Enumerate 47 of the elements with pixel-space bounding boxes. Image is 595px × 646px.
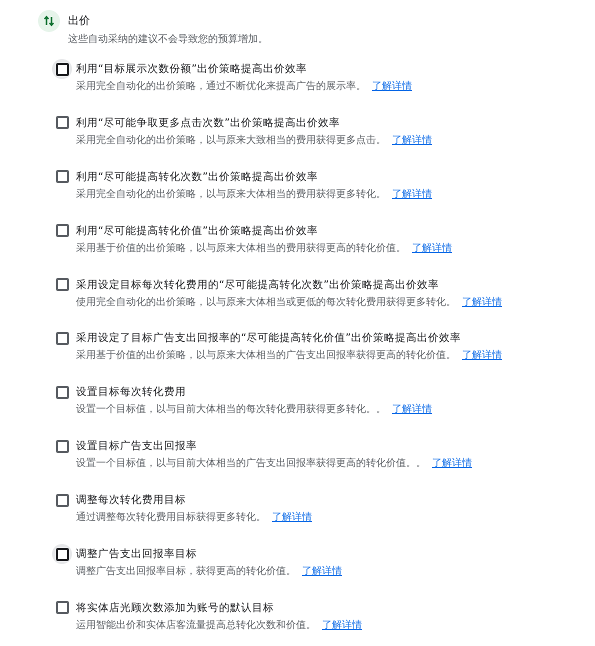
item-description: 运用智能出价和实体店客流量提高总转化次数和价值。 [76,620,316,631]
checkbox[interactable] [56,332,68,345]
item-description: 设置一个目标值，以与目前大体相当的广告支出回报率获得更高的转化价值。。 [76,458,426,470]
item-title: 调整每次转化费用目标 [76,493,187,508]
checkbox[interactable] [56,494,68,507]
item-description: 采用基于价值的出价策略，以与原来大体相当的广告支出回报率获得更高的转化价值。 [76,350,456,362]
checkbox[interactable] [56,386,68,399]
item-description: 调整广告支出回报率目标，获得更高的转化价值。 [76,566,296,578]
item-title: 利用“目标展示次数份额”出价策略提高出价效率 [76,62,308,76]
item-description: 采用完全自动化的出价策略，以与原来大体相当的费用获得更多转化。 [76,188,386,200]
section-title: 出价 [68,14,90,29]
item-title: 设置目标广告支出回报率 [76,439,198,454]
item-description: 采用基于价值的出价策略，以与原来大体相当的费用获得更高的转化价值。 [76,242,406,254]
item-title: 利用“尽可能争取更多点击次数”出价策略提高出价效率 [76,116,341,130]
learn-more-link[interactable]: 了解详情 [412,242,452,254]
learn-more-link[interactable]: 了解详情 [462,350,502,362]
item-description: 设置一个目标值，以与目前大体相当的每次转化费用获得更多转化。。 [76,404,386,416]
item-title: 设置目标每次转化费用 [76,385,187,400]
learn-more-link[interactable]: 了解详情 [302,566,342,578]
item-description: 使用完全自动化的出价策略，以与原来大体相当或更低的每次转化费用获得更多转化。 [76,296,456,308]
section-subtitle: 这些自动采纳的建议不会导致您的预算增加。 [68,33,269,46]
item-title: 将实体店光顾次数添加为账号的默认目标 [76,600,275,615]
checkbox[interactable] [56,440,68,453]
item-title: 采用设定了目标广告支出回报率的“尽可能提高转化价值”出价策略提高出价效率 [76,331,462,346]
item-title: 调整广告支出回报率目标 [76,547,198,562]
learn-more-link[interactable]: 了解详情 [322,620,362,631]
checkbox[interactable] [56,278,68,292]
item-title: 采用设定目标每次转化费用的“尽可能提高转化次数”出价策略提高出价效率 [76,278,440,292]
checkbox[interactable] [56,170,68,184]
learn-more-link[interactable]: 了解详情 [272,512,312,524]
checkbox[interactable] [56,62,68,76]
learn-more-link[interactable]: 了解详情 [392,404,432,416]
learn-more-link[interactable]: 了解详情 [372,81,412,92]
item-title: 利用“尽可能提高转化次数”出价策略提高出价效率 [76,170,319,184]
checkbox[interactable] [56,224,68,238]
checkbox[interactable] [56,601,68,614]
checkbox[interactable] [56,548,68,561]
checkbox[interactable] [56,116,68,130]
learn-more-link[interactable]: 了解详情 [392,134,432,146]
learn-more-link[interactable]: 了解详情 [392,188,432,200]
item-description: 通过调整每次转化费用目标获得更多转化。 [76,512,266,524]
bidding-icon [38,10,60,32]
item-title: 利用“尽可能提高转化价值”出价策略提高出价效率 [76,224,319,238]
learn-more-link[interactable]: 了解详情 [462,296,502,308]
item-description: 采用完全自动化的出价策略，以与原来大致相当的费用获得更多点击。 [76,134,386,146]
learn-more-link[interactable]: 了解详情 [432,458,472,470]
item-description: 采用完全自动化的出价策略，通过不断优化来提高广告的展示率。 [76,81,366,92]
